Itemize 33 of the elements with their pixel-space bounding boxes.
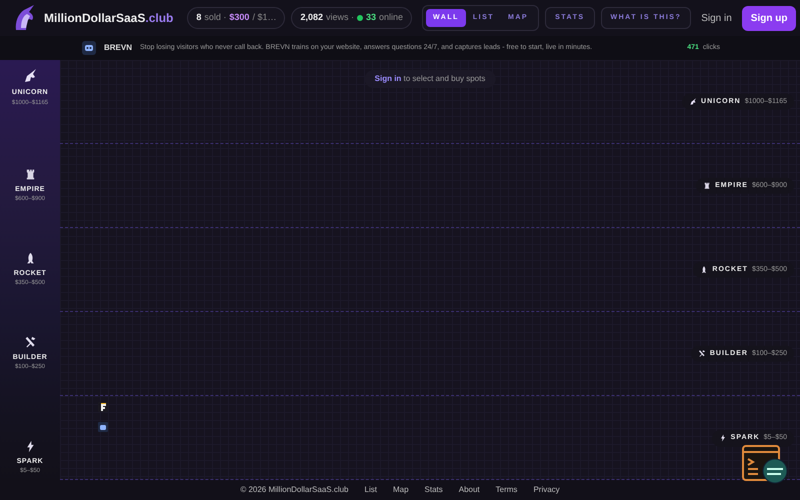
tools-icon (24, 336, 36, 349)
online-count: 33 (366, 11, 376, 24)
footer-link[interactable]: Map (392, 484, 409, 496)
tools-icon (698, 350, 706, 358)
brand-name[interactable]: MillionDollarSaaS.club (44, 9, 174, 27)
footer-link[interactable]: List (364, 484, 377, 496)
tower-icon (703, 182, 712, 190)
flag-icon[interactable] (98, 402, 108, 412)
views-count: 2,082 (300, 11, 323, 24)
sign-in-hint: Sign in to select and buy spots (364, 70, 496, 88)
online-dot (357, 15, 363, 21)
sign-up-button[interactable]: Sign up (742, 6, 796, 30)
robot-icon[interactable] (82, 41, 96, 55)
help-widget-icon[interactable] (742, 445, 790, 485)
copyright-text: © 2026 MillionDollarSaaS.club (240, 484, 348, 496)
footer-link[interactable]: Terms (496, 484, 518, 496)
footer-link[interactable]: Stats (424, 484, 443, 496)
robot-icon[interactable] (98, 422, 108, 432)
unicorn-icon (689, 98, 698, 106)
sold-amount: $300 (229, 11, 250, 24)
rocket-icon (700, 266, 708, 274)
footer-link[interactable]: About (458, 484, 480, 496)
unicorn-icon (22, 68, 38, 84)
sign-in-link[interactable]: Sign in (374, 74, 402, 83)
sold-label: sold · (204, 11, 226, 24)
sponsor-name[interactable]: BREVN (104, 42, 132, 54)
views-label: views · (326, 11, 354, 24)
footer-link[interactable]: Privacy (533, 484, 560, 496)
total-amount: / $1… (252, 11, 276, 24)
lightning-icon (718, 434, 727, 442)
sold-count: 8 (196, 11, 202, 24)
online-label: online (379, 11, 404, 24)
sign-in-link[interactable]: Sign in (697, 10, 736, 26)
